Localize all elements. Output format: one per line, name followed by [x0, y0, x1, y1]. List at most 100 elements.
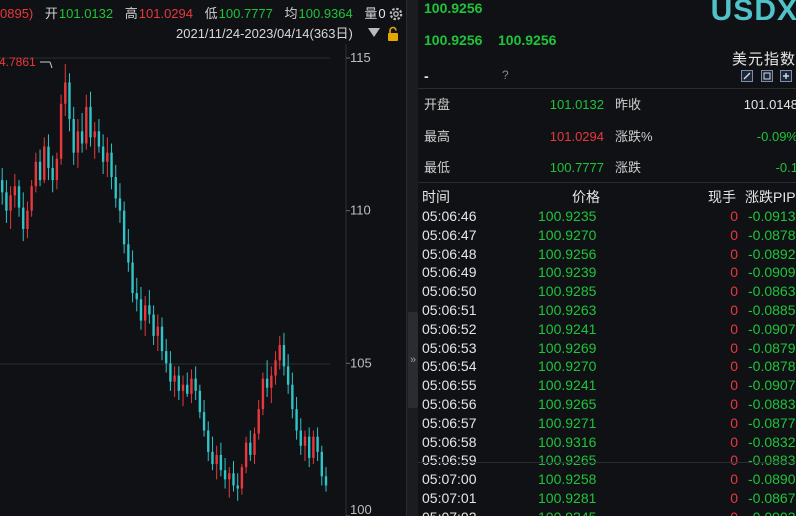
candle-body: [26, 210, 29, 229]
last-price: 100.9256: [424, 0, 483, 16]
trade-time: 05:07:01: [422, 489, 477, 506]
chart-quote-strip: 0895) 开101.0132 高101.0294 低100.7777 均100…: [0, 4, 406, 24]
trade-row: 05:06:46 100.9235 0 -0.0913: [418, 207, 796, 226]
lock-icon[interactable]: [386, 26, 400, 42]
candlestick-chart[interactable]: 115 110 105 100 4.7861: [0, 44, 406, 516]
trade-time: 05:06:47: [422, 226, 477, 243]
candle-body: [249, 442, 252, 455]
trade-price: 100.9256: [538, 245, 597, 262]
volume-label: 量: [364, 6, 378, 21]
candle-body: [143, 305, 147, 321]
candle-body: [194, 378, 197, 391]
trade-time: 05:06:53: [422, 339, 477, 356]
low-value: 100.7777: [218, 6, 273, 21]
high-value: 101.0294: [138, 6, 193, 21]
candle-body: [320, 451, 323, 477]
candle-body: [265, 378, 269, 388]
trade-pip-change: -0.0903: [748, 508, 795, 516]
trade-price: 100.9235: [538, 208, 597, 224]
trades-divider: [418, 182, 796, 183]
stat-value: 100.7777: [549, 160, 604, 175]
stat-label: 昨收: [615, 97, 642, 112]
candle-body: [207, 430, 210, 452]
stat-value: -0.1: [775, 160, 796, 175]
candle-body: [282, 345, 286, 367]
candle-body: [64, 82, 67, 104]
trades-minute-separator: [418, 462, 796, 463]
candle-body: [127, 244, 130, 263]
trade-time: 05:06:50: [422, 283, 477, 300]
y-tick-label: 115: [350, 50, 371, 65]
trade-volume: 0: [730, 377, 738, 394]
kline-chart-pane[interactable]: 0895) 开101.0132 高101.0294 低100.7777 均100…: [0, 0, 406, 516]
stat-value: -0.09%: [756, 129, 796, 144]
trade-volume: 0: [730, 320, 738, 337]
y-tick-label: 100: [350, 502, 372, 516]
trade-volume: 0: [730, 395, 738, 412]
quote-panel: 100.9256 USDX 100.9256 100.9256 美元指数 - ?…: [418, 0, 796, 516]
trade-pip-change: -0.0883: [748, 452, 796, 469]
trade-price: 100.9245: [538, 508, 596, 516]
candle-body: [240, 467, 244, 489]
trade-pip-change: -0.0909: [748, 264, 796, 281]
trade-price: 100.9271: [538, 414, 597, 431]
trade-time: 05:06:48: [422, 245, 477, 262]
trade-row: 05:06:58 100.9316 0 -0.0832: [418, 433, 796, 452]
trade-row: 05:07:02 100.9245 0 -0.0903: [418, 508, 796, 516]
stat-label: 最低: [424, 160, 451, 175]
candle-body: [236, 485, 239, 489]
open-label: 开: [44, 6, 58, 21]
candle-body: [13, 186, 17, 196]
candle-body: [198, 390, 202, 413]
candle-body: [89, 106, 92, 138]
candle-body: [51, 167, 54, 181]
edit-icon[interactable]: [741, 70, 754, 82]
date-range-text: 2021/11/24-2023/04/14(363日): [176, 26, 353, 41]
candle-body: [122, 210, 126, 245]
candle-body: [274, 360, 277, 376]
trade-volume: 0: [730, 452, 738, 469]
high-marker-tick: [49, 61, 53, 69]
stat-row-high: 最高 101.0294 涨跌% -0.09%: [418, 128, 796, 146]
collapse-panel-icon[interactable]: »: [408, 312, 418, 408]
stat-label: 开盘: [424, 97, 451, 112]
candle-body: [186, 384, 189, 394]
candle-body: [312, 436, 315, 458]
high-marker-label: 4.7861: [0, 55, 36, 69]
candle-body: [5, 192, 8, 211]
trade-time: 05:06:52: [422, 320, 477, 337]
stat-label: 最高: [424, 129, 451, 144]
candle-body: [299, 430, 302, 446]
help-icon[interactable]: ?: [502, 68, 509, 82]
open-value: 101.0132: [58, 6, 114, 21]
gear-icon[interactable]: [388, 6, 404, 22]
trade-row: 05:06:49 100.9239 0 -0.0909: [418, 263, 796, 282]
col-volume-header: 现手: [708, 189, 736, 205]
candle-body: [59, 103, 63, 159]
trades-list[interactable]: 05:06:46 100.9235 0 -0.0913 05:06:47 100.9270…: [418, 207, 796, 516]
trade-price: 100.9241: [538, 377, 597, 394]
trade-volume: 0: [730, 226, 738, 243]
trade-row: 05:06:54 100.9270 0 -0.0878: [418, 357, 796, 376]
candle-body: [202, 412, 206, 431]
trade-pip-change: -0.0867: [748, 489, 796, 506]
trade-pip-change: -0.0907: [748, 377, 796, 394]
symbol-code: USDX: [710, 0, 796, 27]
trade-price: 100.9316: [538, 433, 597, 450]
trade-volume: 0: [730, 208, 738, 224]
add-icon[interactable]: [780, 70, 792, 82]
trade-time: 05:06:58: [422, 433, 477, 450]
trade-row: 05:06:53 100.9269 0 -0.0879: [418, 339, 796, 358]
trade-pip-change: -0.0877: [748, 414, 796, 431]
trade-row: 05:06:55 100.9241 0 -0.0907: [418, 376, 796, 395]
candle-body: [211, 451, 214, 465]
window-icon[interactable]: [760, 70, 773, 82]
candle-body: [257, 409, 260, 434]
trade-time: 05:06:56: [422, 395, 477, 412]
candle-body: [307, 436, 311, 458]
trade-pip-change: -0.0878: [748, 226, 796, 243]
range-dropdown-icon[interactable]: [368, 28, 380, 37]
candle-body: [131, 262, 134, 294]
trade-time: 05:06:51: [422, 301, 477, 318]
trade-price: 100.9265: [538, 395, 597, 412]
